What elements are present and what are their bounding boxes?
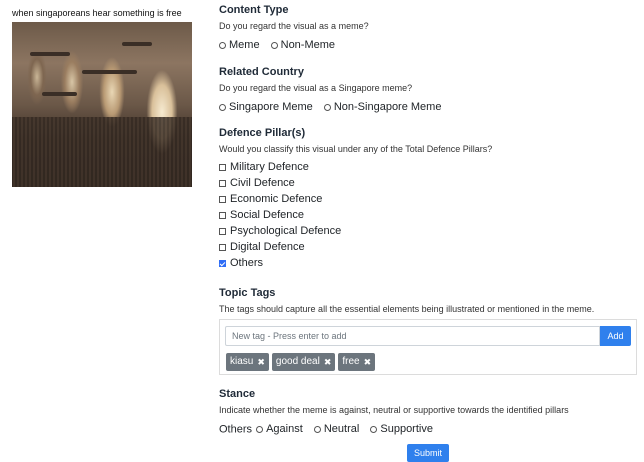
stance-title: Stance [219, 388, 256, 400]
tag-chip: kiasu ✖ [226, 353, 269, 371]
submit-button[interactable]: Submit [407, 444, 449, 462]
checkbox-icon[interactable] [219, 243, 226, 251]
pillar-label: Civil Defence [230, 177, 295, 189]
pillar-option[interactable]: Digital Defence [219, 239, 639, 255]
related-country-title: Related Country [219, 66, 304, 78]
radio-non-singapore-meme[interactable]: Non-Singapore Meme [323, 100, 442, 114]
tag-label: free [342, 356, 360, 367]
pillar-label: Psychological Defence [230, 225, 342, 237]
content-type-title: Content Type [219, 4, 289, 16]
checkbox-icon[interactable] [219, 211, 226, 219]
topic-tags-header: Topic Tags The tags should capture all t… [219, 286, 639, 315]
checkbox-icon[interactable] [219, 179, 226, 187]
defence-pillars-title: Defence Pillar(s) [219, 127, 306, 139]
radio-icon[interactable] [370, 425, 378, 433]
radio-neutral[interactable]: Neutral [313, 422, 360, 436]
pillar-label: Others [230, 257, 264, 269]
radio-label: Non-Singapore Meme [333, 101, 442, 113]
tag-label: good deal [275, 356, 320, 367]
radio-meme[interactable]: Meme [219, 38, 260, 52]
defence-pillars-section: Defence Pillar(s) Would you classify thi… [219, 126, 639, 271]
pillar-option[interactable]: Economic Defence [219, 191, 639, 207]
remove-tag-icon[interactable]: ✖ [324, 353, 332, 371]
radio-icon[interactable] [256, 425, 264, 433]
tag-list: kiasu ✖ good deal ✖ free ✖ [226, 353, 378, 371]
radio-label: Supportive [380, 423, 433, 435]
tag-label: kiasu [230, 356, 254, 367]
radio-label: Singapore Meme [229, 101, 313, 113]
defence-pillars-question: Would you classify this visual under any… [219, 144, 493, 154]
stance-options: Others Against Neutral Supportive [219, 422, 639, 437]
radio-icon[interactable] [270, 41, 278, 49]
meme-image [12, 22, 192, 187]
radio-label: Meme [229, 39, 260, 51]
checkbox-icon[interactable] [219, 195, 226, 203]
radio-label: Neutral [323, 423, 360, 435]
content-type-question: Do you regard the visual as a meme? [219, 21, 369, 31]
stance-description: Indicate whether the meme is against, ne… [219, 405, 569, 415]
defence-pillars-list: Military Defence Civil Defence Economic De… [219, 159, 639, 271]
tag-chip: good deal ✖ [271, 353, 336, 371]
stance-section: Stance Indicate whether the meme is agai… [219, 387, 639, 437]
checkbox-icon[interactable] [219, 227, 226, 235]
related-country-question: Do you regard the visual as a Singapore … [219, 83, 413, 93]
radio-supportive[interactable]: Supportive [370, 422, 433, 436]
remove-tag-icon[interactable]: ✖ [257, 353, 265, 371]
related-country-options: Singapore Meme Non-Singapore Meme [219, 100, 639, 115]
radio-singapore-meme[interactable]: Singapore Meme [219, 100, 313, 114]
radio-icon[interactable] [313, 425, 321, 433]
checkbox-icon[interactable] [219, 163, 226, 171]
meme-panel: when singaporeans hear something is free [12, 0, 194, 187]
add-tag-button[interactable]: Add [600, 326, 631, 346]
pillar-option[interactable]: Military Defence [219, 159, 639, 175]
pillar-option[interactable]: Social Defence [219, 207, 639, 223]
radio-icon[interactable] [219, 41, 226, 49]
remove-tag-icon[interactable]: ✖ [364, 353, 372, 371]
pillar-label: Military Defence [230, 161, 309, 173]
pillar-label: Economic Defence [230, 193, 323, 205]
pillar-option[interactable]: Others [219, 255, 639, 271]
related-country-section: Related Country Do you regard the visual… [219, 65, 639, 115]
new-tag-input[interactable] [225, 326, 600, 346]
content-type-section: Content Type Do you regard the visual as… [219, 3, 639, 53]
pillar-label: Social Defence [230, 209, 304, 221]
pillar-option[interactable]: Civil Defence [219, 175, 639, 191]
pillar-label: Digital Defence [230, 241, 305, 253]
radio-icon[interactable] [219, 103, 226, 111]
tag-chip: free ✖ [338, 353, 376, 371]
meme-caption: when singaporeans hear something is free [12, 8, 182, 18]
topic-tags-description: The tags should capture all the essentia… [219, 304, 595, 314]
stance-row-label: Others [219, 423, 253, 436]
topic-tags-title: Topic Tags [219, 287, 276, 299]
content-type-options: Meme Non-Meme [219, 38, 639, 53]
checkbox-icon[interactable] [219, 259, 226, 267]
radio-non-meme[interactable]: Non-Meme [270, 38, 336, 52]
radio-label: Against [266, 423, 303, 435]
radio-against[interactable]: Against [256, 422, 303, 436]
pillar-option[interactable]: Psychological Defence [219, 223, 639, 239]
radio-label: Non-Meme [280, 39, 336, 51]
radio-icon[interactable] [323, 103, 331, 111]
topic-tags-panel: Add kiasu✖good deal✖free✖ [219, 319, 637, 375]
